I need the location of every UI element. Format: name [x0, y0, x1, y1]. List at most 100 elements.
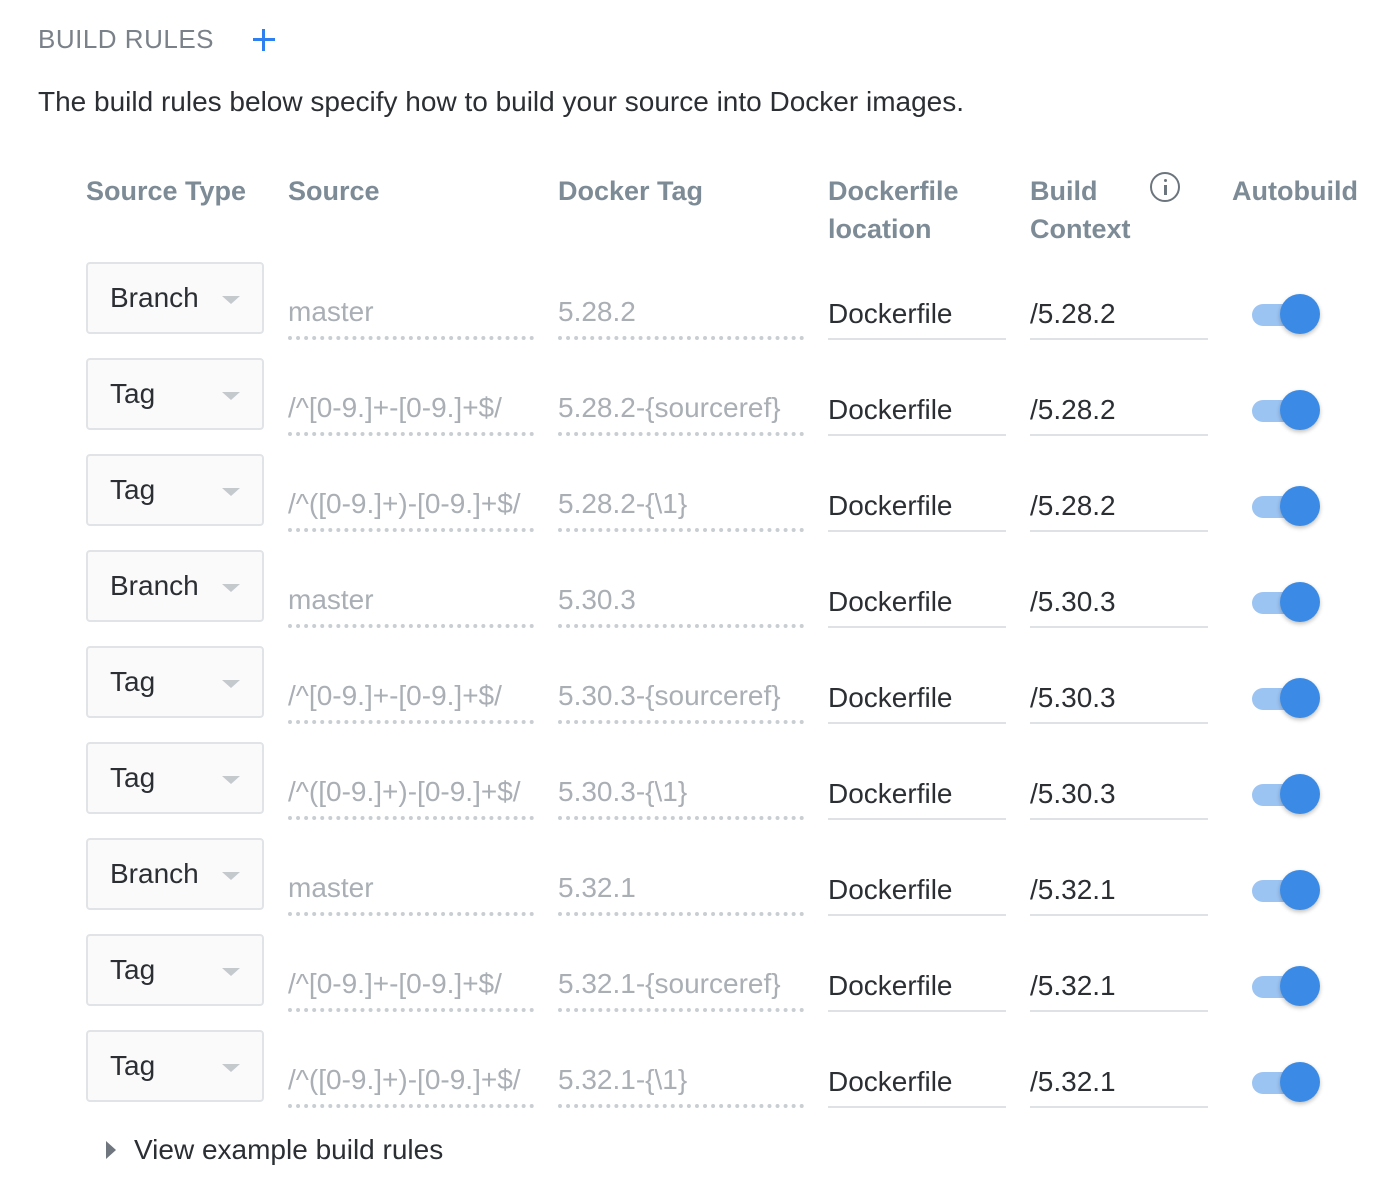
- build-context-input[interactable]: /5.28.2: [1030, 386, 1208, 436]
- chevron-down-icon: [222, 584, 240, 592]
- dockerfile-location-input[interactable]: Dockerfile: [828, 962, 1006, 1012]
- toggle-knob: [1280, 1062, 1320, 1102]
- source-input[interactable]: master: [288, 866, 534, 916]
- build-context-input[interactable]: /5.32.1: [1030, 962, 1208, 1012]
- docker-tag-input[interactable]: 5.32.1: [558, 866, 804, 916]
- build-rules-panel: BUILD RULES The build rules below specif…: [0, 0, 1398, 1196]
- dockerfile-location-input[interactable]: Dockerfile: [828, 1058, 1006, 1108]
- build-context-input[interactable]: /5.28.2: [1030, 290, 1208, 340]
- column-header-dockerfile-location: Dockerfile location: [828, 172, 959, 248]
- docker-tag-input[interactable]: 5.28.2-{\1}: [558, 482, 804, 532]
- docker-tag-input[interactable]: 5.28.2-{sourceref}: [558, 386, 804, 436]
- chevron-down-icon: [222, 680, 240, 688]
- toggle-knob: [1280, 390, 1320, 430]
- dockerfile-location-input[interactable]: Dockerfile: [828, 578, 1006, 628]
- dockerfile-location-input[interactable]: Dockerfile: [828, 674, 1006, 724]
- source-input[interactable]: master: [288, 578, 534, 628]
- build-rule-row: Branch master 5.30.3 Dockerfile /5.30.3: [0, 550, 1398, 646]
- build-rule-row: Tag /^([0-9.]+)-[0-9.]+$/ 5.28.2-{\1} Do…: [0, 454, 1398, 550]
- chevron-down-icon: [222, 872, 240, 880]
- source-type-value: Tag: [110, 474, 156, 505]
- source-input[interactable]: /^[0-9.]+-[0-9.]+$/: [288, 674, 534, 724]
- toggle-knob: [1280, 774, 1320, 814]
- column-header-dockerfile-line1: Dockerfile: [828, 176, 959, 206]
- build-rule-row: Tag /^[0-9.]+-[0-9.]+$/ 5.28.2-{sourcere…: [0, 358, 1398, 454]
- source-type-select[interactable]: Tag: [86, 646, 264, 718]
- build-rule-row: Tag /^[0-9.]+-[0-9.]+$/ 5.30.3-{sourcere…: [0, 646, 1398, 742]
- autobuild-toggle[interactable]: [1252, 582, 1320, 622]
- column-header-context-line2: Context: [1030, 214, 1131, 244]
- autobuild-toggle[interactable]: [1252, 486, 1320, 526]
- source-type-value: Tag: [110, 378, 156, 409]
- source-type-select[interactable]: Branch: [86, 262, 264, 334]
- build-rule-row: Tag /^([0-9.]+)-[0-9.]+$/ 5.32.1-{\1} Do…: [0, 1030, 1398, 1126]
- docker-tag-input[interactable]: 5.30.3-{sourceref}: [558, 674, 804, 724]
- autobuild-toggle[interactable]: [1252, 1062, 1320, 1102]
- source-type-select[interactable]: Tag: [86, 934, 264, 1006]
- source-type-value: Tag: [110, 954, 156, 985]
- dockerfile-location-input[interactable]: Dockerfile: [828, 482, 1006, 532]
- toggle-knob: [1280, 966, 1320, 1006]
- column-header-build-context: Build Context: [1030, 172, 1131, 248]
- chevron-down-icon: [222, 488, 240, 496]
- chevron-down-icon: [222, 392, 240, 400]
- source-input[interactable]: /^[0-9.]+-[0-9.]+$/: [288, 386, 534, 436]
- autobuild-toggle[interactable]: [1252, 294, 1320, 334]
- source-type-value: Tag: [110, 1050, 156, 1081]
- chevron-down-icon: [222, 1064, 240, 1072]
- dockerfile-location-input[interactable]: Dockerfile: [828, 866, 1006, 916]
- source-type-value: Branch: [110, 570, 199, 601]
- source-input[interactable]: /^([0-9.]+)-[0-9.]+$/: [288, 482, 534, 532]
- source-type-value: Tag: [110, 762, 156, 793]
- docker-tag-input[interactable]: 5.32.1-{\1}: [558, 1058, 804, 1108]
- source-type-select[interactable]: Tag: [86, 454, 264, 526]
- column-header-docker-tag: Docker Tag: [558, 176, 704, 206]
- view-example-build-rules-label: View example build rules: [134, 1134, 444, 1165]
- source-input[interactable]: /^([0-9.]+)-[0-9.]+$/: [288, 1058, 534, 1108]
- build-context-input[interactable]: /5.30.3: [1030, 674, 1208, 724]
- source-type-select[interactable]: Tag: [86, 742, 264, 814]
- autobuild-toggle[interactable]: [1252, 774, 1320, 814]
- build-context-input[interactable]: /5.32.1: [1030, 1058, 1208, 1108]
- docker-tag-input[interactable]: 5.30.3-{\1}: [558, 770, 804, 820]
- build-rule-row: Branch master 5.28.2 Dockerfile /5.28.2: [0, 262, 1398, 358]
- toggle-knob: [1280, 870, 1320, 910]
- build-rule-row: Branch master 5.32.1 Dockerfile /5.32.1: [0, 838, 1398, 934]
- build-context-input[interactable]: /5.30.3: [1030, 770, 1208, 820]
- chevron-down-icon: [222, 296, 240, 304]
- source-input[interactable]: /^([0-9.]+)-[0-9.]+$/: [288, 770, 534, 820]
- chevron-down-icon: [222, 776, 240, 784]
- docker-tag-input[interactable]: 5.32.1-{sourceref}: [558, 962, 804, 1012]
- dockerfile-location-input[interactable]: Dockerfile: [828, 290, 1006, 340]
- source-type-select[interactable]: Tag: [86, 1030, 264, 1102]
- view-example-build-rules-link[interactable]: View example build rules: [106, 1134, 443, 1166]
- docker-tag-input[interactable]: 5.28.2: [558, 290, 804, 340]
- section-title: BUILD RULES: [38, 24, 214, 54]
- info-icon[interactable]: [1150, 172, 1180, 202]
- section-description: The build rules below specify how to bui…: [38, 86, 965, 117]
- column-header-source-type: Source Type: [86, 176, 247, 206]
- dockerfile-location-input[interactable]: Dockerfile: [828, 770, 1006, 820]
- source-type-select[interactable]: Tag: [86, 358, 264, 430]
- source-type-select[interactable]: Branch: [86, 550, 264, 622]
- autobuild-toggle[interactable]: [1252, 390, 1320, 430]
- column-header-autobuild: Autobuild: [1232, 176, 1358, 206]
- build-context-input[interactable]: /5.28.2: [1030, 482, 1208, 532]
- docker-tag-input[interactable]: 5.30.3: [558, 578, 804, 628]
- autobuild-toggle[interactable]: [1252, 966, 1320, 1006]
- section-header: BUILD RULES: [38, 24, 278, 55]
- autobuild-toggle[interactable]: [1252, 870, 1320, 910]
- source-input[interactable]: /^[0-9.]+-[0-9.]+$/: [288, 962, 534, 1012]
- plus-icon[interactable]: [250, 26, 278, 54]
- source-type-select[interactable]: Branch: [86, 838, 264, 910]
- build-context-input[interactable]: /5.32.1: [1030, 866, 1208, 916]
- toggle-knob: [1280, 678, 1320, 718]
- chevron-down-icon: [222, 968, 240, 976]
- toggle-knob: [1280, 294, 1320, 334]
- autobuild-toggle[interactable]: [1252, 678, 1320, 718]
- build-context-input[interactable]: /5.30.3: [1030, 578, 1208, 628]
- source-type-value: Branch: [110, 282, 199, 313]
- source-input[interactable]: master: [288, 290, 534, 340]
- column-header-source: Source: [288, 176, 380, 206]
- dockerfile-location-input[interactable]: Dockerfile: [828, 386, 1006, 436]
